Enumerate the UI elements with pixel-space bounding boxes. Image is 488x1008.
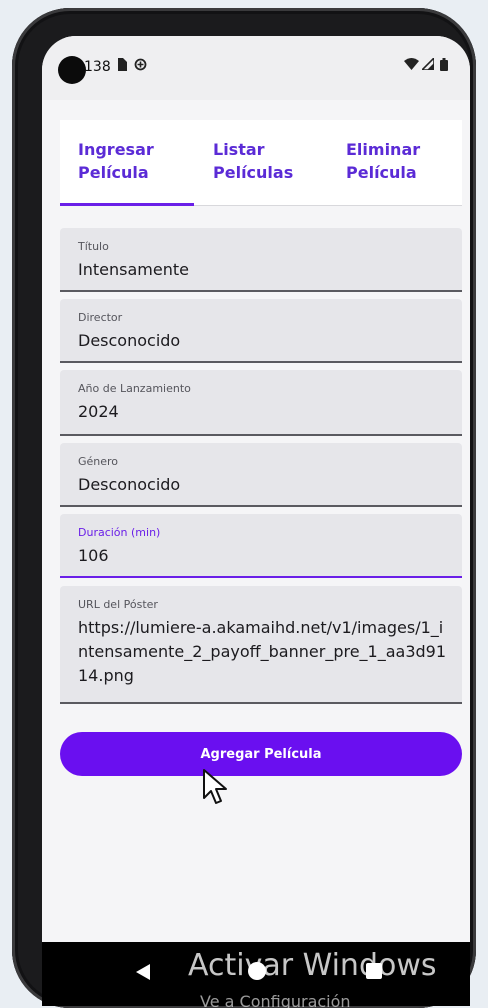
back-icon[interactable] <box>136 964 150 984</box>
director-field[interactable]: Director Desconocido <box>60 299 462 363</box>
tab-bar: Ingresar Película Listar Películas Elimi… <box>60 120 462 206</box>
anio-value: 2024 <box>78 402 119 421</box>
tab-selected-indicator <box>60 203 194 206</box>
genero-value: Desconocido <box>78 475 181 494</box>
duracion-field[interactable]: Duración (min) 106 <box>60 514 462 578</box>
mouse-cursor-icon <box>203 769 227 804</box>
status-bar: 138 <box>42 36 470 100</box>
status-time: 138 <box>84 59 111 75</box>
genero-field[interactable]: Género Desconocido <box>60 443 462 507</box>
anio-field[interactable]: Año de Lanzamiento 2024 <box>60 370 462 436</box>
battery-icon <box>440 58 448 75</box>
director-value: Desconocido <box>78 331 181 350</box>
genero-label: Género <box>78 455 119 468</box>
tab-ingresar-pelicula[interactable]: Ingresar Película <box>78 138 198 184</box>
titulo-value: Intensamente <box>78 260 189 279</box>
titulo-field[interactable]: Título Intensamente <box>60 228 462 292</box>
wifi-icon <box>404 58 419 74</box>
duracion-value: 106 <box>78 546 109 565</box>
main-content: Ingresar Película Listar Películas Elimi… <box>42 100 470 942</box>
titulo-label: Título <box>78 240 109 253</box>
poster-url-field[interactable]: URL del Póster https://lumiere-a.akamaih… <box>60 586 462 704</box>
activate-windows-subtext: Ve a Configuración <box>200 992 351 1008</box>
duracion-label: Duración (min) <box>78 526 161 539</box>
phone-frame: 138 Ingresar Película Listar Películas E… <box>12 8 476 1008</box>
camera-cutout <box>58 56 86 84</box>
screen: 138 Ingresar Película Listar Películas E… <box>42 36 470 1006</box>
signal-icon <box>420 56 435 74</box>
anio-label: Año de Lanzamiento <box>78 382 191 395</box>
activate-windows-watermark: Activar Windows <box>188 948 437 983</box>
poster-url-label: URL del Póster <box>78 598 158 611</box>
poster-url-value: https://lumiere-a.akamaihd.net/v1/images… <box>78 618 447 685</box>
agregar-pelicula-button[interactable]: Agregar Película <box>60 732 462 776</box>
director-label: Director <box>78 311 123 324</box>
tab-listar-peliculas[interactable]: Listar Películas <box>213 138 333 184</box>
tab-eliminar-pelicula[interactable]: Eliminar Película <box>346 138 466 184</box>
data-saver-icon <box>134 58 147 75</box>
sim-card-icon <box>116 58 127 75</box>
